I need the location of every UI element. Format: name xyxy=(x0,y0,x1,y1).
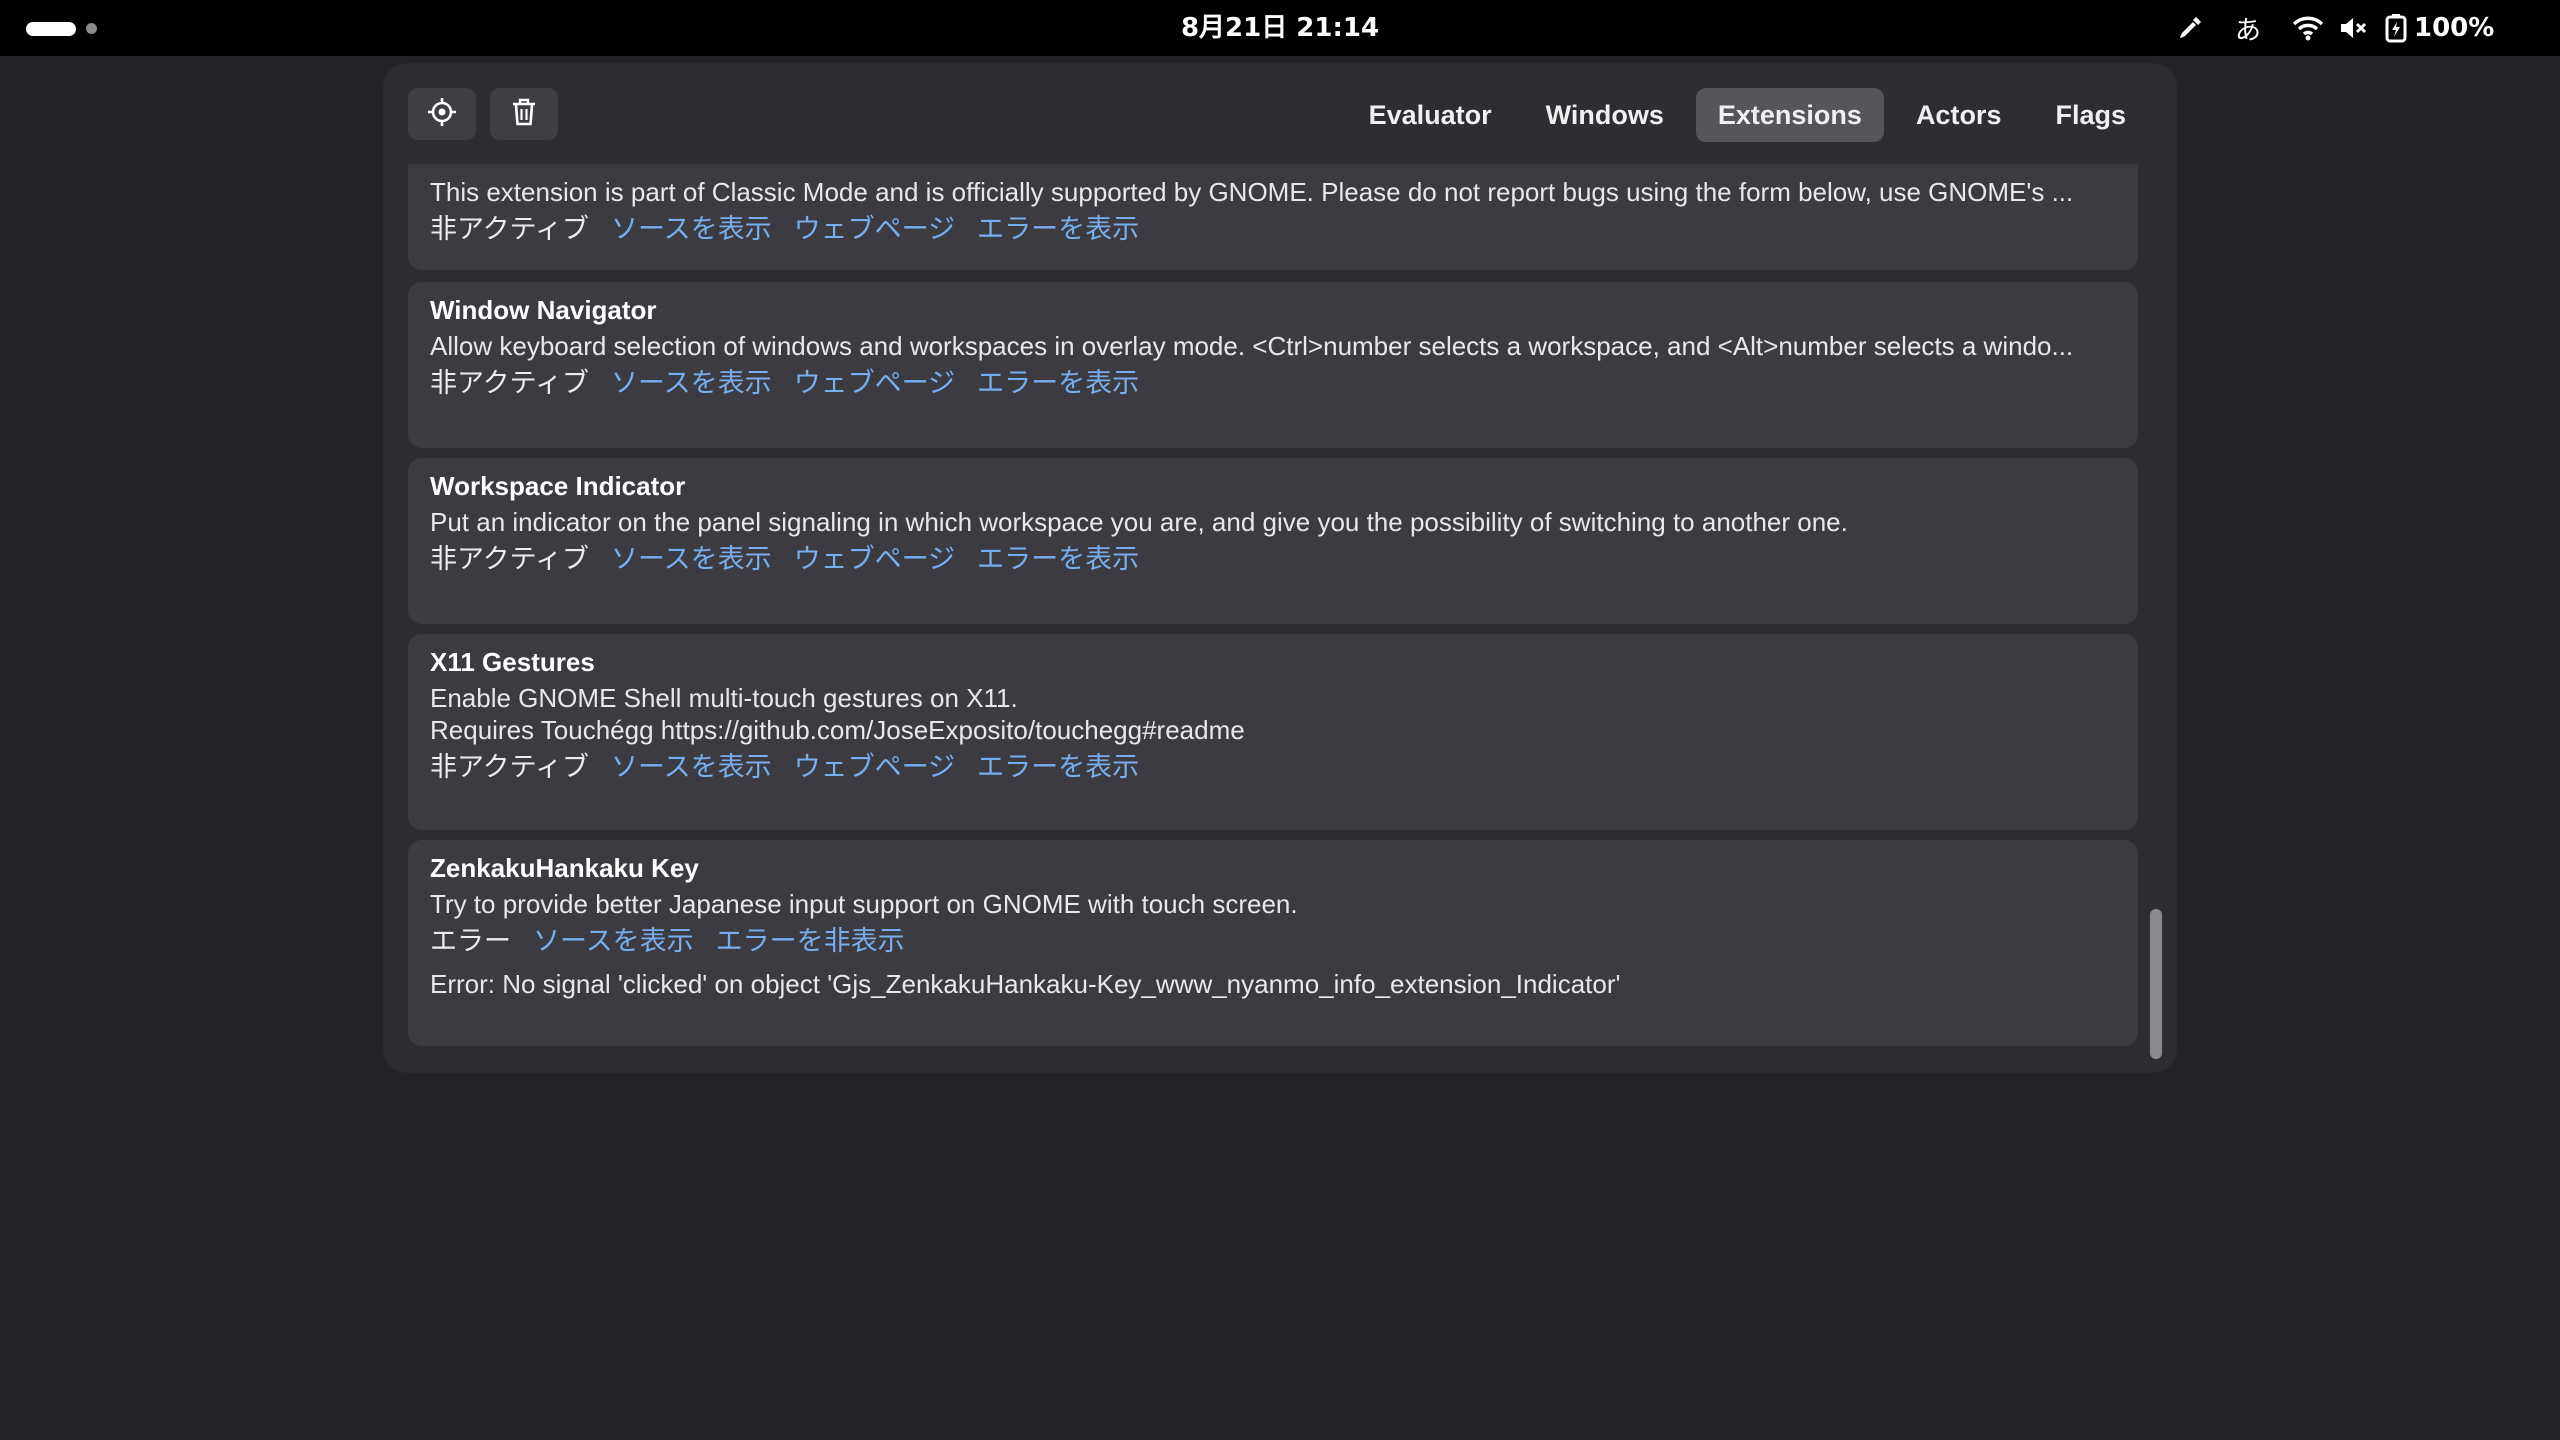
webpage-link[interactable]: ウェブページ xyxy=(794,538,955,582)
webpage-link[interactable]: ウェブページ xyxy=(794,746,955,790)
color-picker-icon[interactable] xyxy=(2170,0,2210,56)
tab-evaluator[interactable]: Evaluator xyxy=(1347,88,1514,142)
clock[interactable]: 8月21日 21:14 xyxy=(1180,12,1380,44)
extension-name: Window Navigator xyxy=(430,295,657,325)
extension-state: エラー xyxy=(430,926,511,957)
input-method-icon[interactable]: あ xyxy=(2220,0,2276,56)
view-source-link[interactable]: ソースを表示 xyxy=(611,362,772,406)
extension-state: 非アクティブ xyxy=(430,544,590,575)
extension-name: Workspace Indicator xyxy=(430,471,686,501)
view-source-link[interactable]: ソースを表示 xyxy=(611,746,772,790)
view-source-link[interactable]: ソースを表示 xyxy=(611,538,772,582)
extension-list[interactable]: This extension is part of Classic Mode a… xyxy=(408,164,2138,1064)
top-bar: 8月21日 21:14 あ 100% xyxy=(0,0,2560,56)
tab-windows[interactable]: Windows xyxy=(1524,88,1686,142)
crosshair-icon xyxy=(427,97,457,131)
tab-bar: Evaluator Windows Extensions Actors Flag… xyxy=(1337,88,2148,142)
extension-description: Put an indicator on the panel signaling … xyxy=(430,507,1848,537)
tab-extensions[interactable]: Extensions xyxy=(1695,88,1884,142)
extension-item: Workspace Indicator Put an indicator on … xyxy=(408,458,2138,624)
battery-percentage: 100% xyxy=(2414,13,2495,43)
hide-errors-link[interactable]: エラーを非表示 xyxy=(716,920,905,964)
extension-name: X11 Gestures xyxy=(430,647,595,677)
extension-item: ZenkakuHankaku Key Try to provide better… xyxy=(408,840,2138,1046)
scrollbar[interactable] xyxy=(2150,909,2162,1059)
extension-description: Enable GNOME Shell multi-touch gestures … xyxy=(430,683,1018,713)
workspace-indicator-active[interactable] xyxy=(26,22,76,36)
clear-button[interactable] xyxy=(490,88,558,140)
battery-icon[interactable] xyxy=(2382,0,2410,56)
input-method-label: あ xyxy=(2234,15,2261,46)
extension-state: 非アクティブ xyxy=(430,752,590,783)
extension-state: 非アクティブ xyxy=(430,214,590,245)
extension-error-message: Error: No signal 'clicked' on object 'Gj… xyxy=(430,969,1621,999)
inspector-button[interactable] xyxy=(408,88,476,140)
extension-description: Try to provide better Japanese input sup… xyxy=(430,889,1298,919)
show-errors-link[interactable]: エラーを表示 xyxy=(977,362,1139,406)
extension-state: 非アクティブ xyxy=(430,368,590,399)
view-source-link[interactable]: ソースを表示 xyxy=(611,208,772,252)
webpage-link[interactable]: ウェブページ xyxy=(794,362,955,406)
extension-item: Window Navigator Allow keyboard selectio… xyxy=(408,282,2138,448)
workspace-indicator-dot[interactable] xyxy=(86,23,97,34)
extension-description: This extension is part of Classic Mode a… xyxy=(430,177,2074,207)
show-errors-link[interactable]: エラーを表示 xyxy=(977,208,1139,252)
extension-description: Allow keyboard selection of windows and … xyxy=(430,331,2074,361)
show-errors-link[interactable]: エラーを表示 xyxy=(977,538,1139,582)
looking-glass-panel: Evaluator Windows Extensions Actors Flag… xyxy=(384,64,2176,1072)
volume-muted-icon[interactable] xyxy=(2336,0,2372,56)
extension-description-line2: Requires Touchégg https://github.com/Jos… xyxy=(430,715,1245,745)
show-errors-link[interactable]: エラーを表示 xyxy=(977,746,1139,790)
wifi-icon[interactable] xyxy=(2288,0,2328,56)
webpage-link[interactable]: ウェブページ xyxy=(794,208,955,252)
trash-icon xyxy=(510,97,538,131)
toolbar: Evaluator Windows Extensions Actors Flag… xyxy=(384,64,2176,164)
tab-flags[interactable]: Flags xyxy=(2033,88,2148,142)
extension-item: X11 Gestures Enable GNOME Shell multi-to… xyxy=(408,634,2138,830)
view-source-link[interactable]: ソースを表示 xyxy=(533,920,694,964)
extension-name: ZenkakuHankaku Key xyxy=(430,853,699,883)
extension-item: This extension is part of Classic Mode a… xyxy=(408,164,2138,270)
tab-actors[interactable]: Actors xyxy=(1894,88,2024,142)
